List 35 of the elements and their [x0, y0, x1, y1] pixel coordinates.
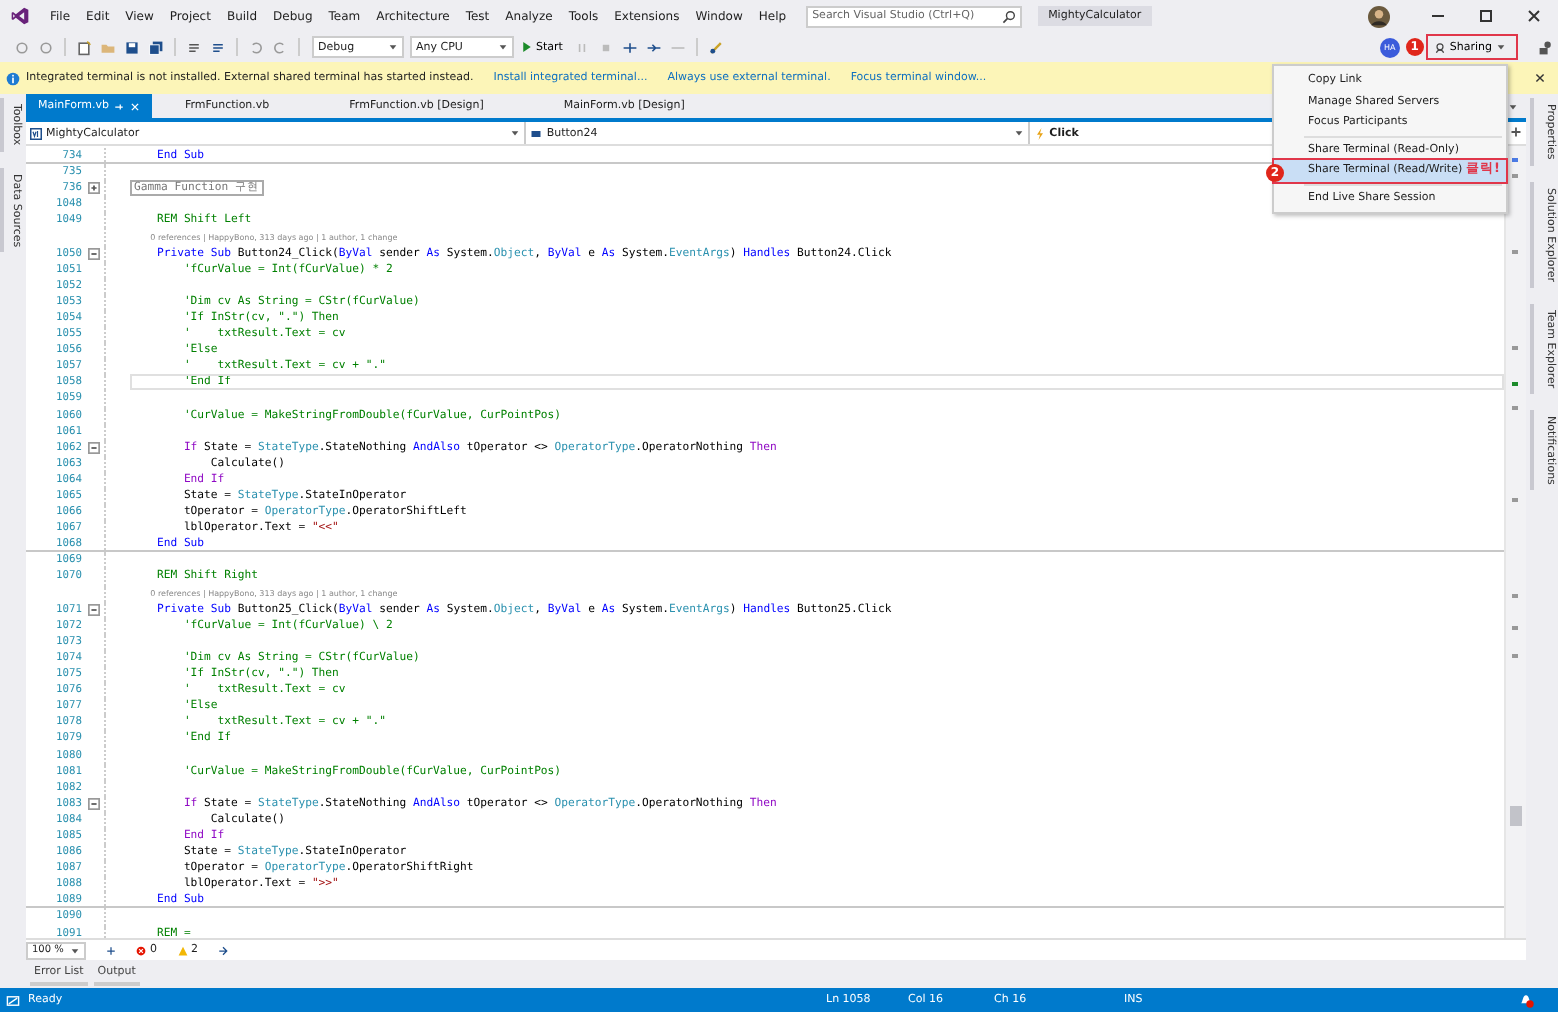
error-icon	[136, 945, 146, 955]
scrollbar[interactable]	[1504, 146, 1526, 938]
new-project-icon[interactable]	[76, 39, 92, 55]
save-all-icon[interactable]	[148, 39, 164, 55]
person-icon	[1433, 41, 1446, 53]
pin-icon[interactable]	[114, 101, 125, 111]
collapse-icon[interactable]	[88, 797, 100, 810]
expand-icon[interactable]	[88, 182, 100, 195]
notification-icon[interactable]	[1518, 992, 1534, 1008]
control-icon	[530, 127, 543, 139]
collapse-icon[interactable]	[88, 441, 100, 454]
save-icon[interactable]	[124, 39, 140, 55]
status-icon	[6, 993, 20, 1007]
caret-icon	[498, 42, 508, 52]
caret-icon[interactable]	[1508, 101, 1518, 111]
caret-icon	[510, 128, 521, 138]
caret-icon	[1496, 42, 1506, 52]
avatar-icon[interactable]	[1368, 5, 1390, 27]
search-icon	[1002, 9, 1017, 23]
play-icon	[522, 42, 532, 52]
caret-icon	[388, 42, 398, 52]
close-icon[interactable]	[1534, 72, 1546, 84]
info-icon	[6, 71, 20, 85]
caret-icon	[70, 945, 80, 955]
brush-icon[interactable]	[708, 39, 725, 55]
collapse-icon[interactable]	[88, 247, 100, 260]
collapse-icon[interactable]	[88, 603, 100, 616]
next-issue-icon[interactable]	[218, 945, 228, 955]
split-icon[interactable]	[1510, 126, 1522, 138]
close-icon[interactable]	[1524, 6, 1544, 26]
warning-icon	[177, 945, 187, 955]
maximize-icon[interactable]	[1476, 6, 1496, 26]
logo-icon	[10, 6, 30, 26]
caret-icon	[1013, 128, 1024, 138]
lightning-icon	[1033, 127, 1046, 139]
